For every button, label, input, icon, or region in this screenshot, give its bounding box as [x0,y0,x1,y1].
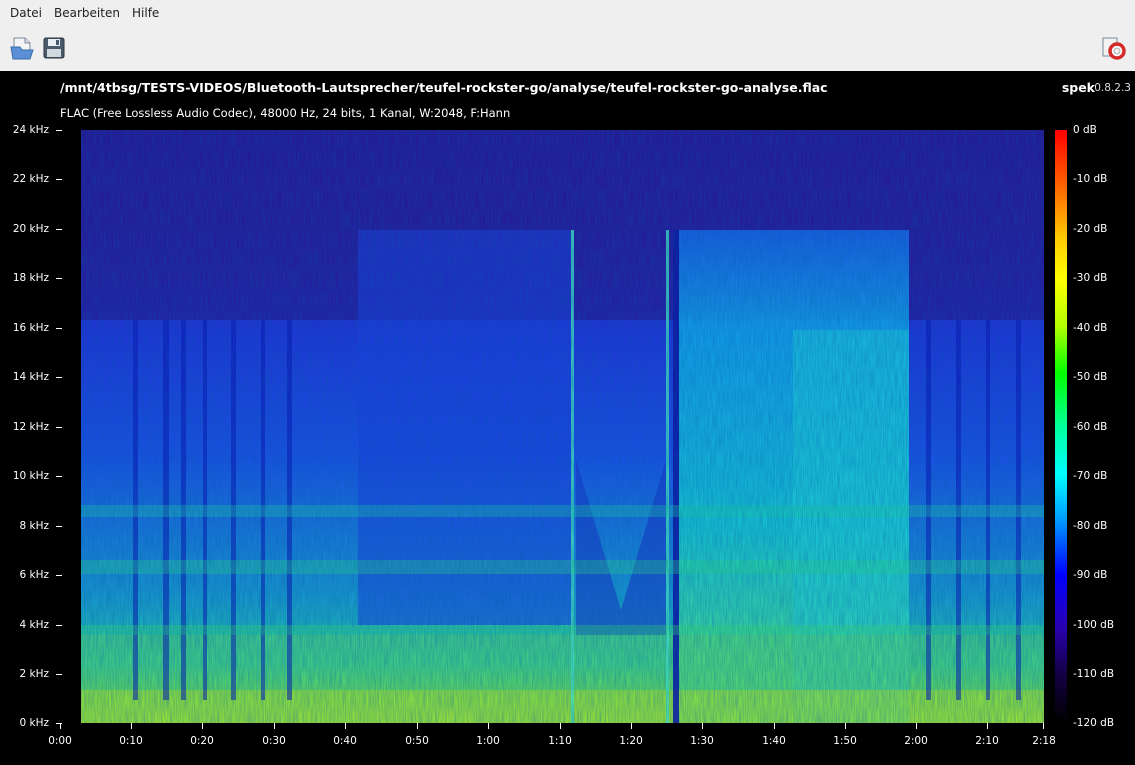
x-tick [774,723,775,729]
db-label: -20 dB [1073,223,1108,235]
time-label: 1:10 [548,735,572,747]
file-path: /mnt/4tbsg/TESTS-VIDEOS/Bluetooth-Lautsp… [60,80,828,95]
time-label: 1:30 [690,735,714,747]
spectrogram-view: /mnt/4tbsg/TESTS-VIDEOS/Bluetooth-Lautsp… [0,71,1135,765]
help-lifebuoy-icon[interactable] [1101,35,1127,61]
menu-bar: Datei Bearbeiten Hilfe [0,0,1135,27]
time-label: 1:50 [833,735,857,747]
menu-bearbeiten[interactable]: Bearbeiten [54,6,120,20]
db-label: -100 dB [1073,619,1115,631]
time-label: 0:00 [48,735,72,747]
y-tick [56,328,62,329]
time-label: 0:10 [119,735,143,747]
time-label: 0:50 [405,735,429,747]
x-tick [202,723,203,729]
open-file-icon[interactable] [9,35,35,61]
freq-label: 2 kHz [19,668,49,680]
db-label: -110 dB [1073,668,1115,680]
spectrogram-image [81,130,1044,723]
time-label: 1:00 [476,735,500,747]
menu-datei[interactable]: Datei [10,6,42,20]
db-label: -90 dB [1073,569,1108,581]
x-tick [987,723,988,729]
freq-label: 0 kHz [19,717,49,729]
x-tick [1043,723,1044,729]
y-tick [56,427,62,428]
db-label: -80 dB [1073,520,1108,532]
db-label: -50 dB [1073,371,1108,383]
app-version: 0.8.2.3 [1094,82,1131,94]
x-tick [417,723,418,729]
app-name: spek [1061,80,1095,95]
x-tick [845,723,846,729]
freq-label: 20 kHz [12,223,49,235]
y-tick [56,377,62,378]
db-label: 0 dB [1073,124,1097,136]
freq-label: 22 kHz [12,173,49,185]
db-label: -70 dB [1073,470,1108,482]
y-tick [56,723,62,724]
db-label: -120 dB [1073,717,1115,729]
time-label: 0:30 [262,735,286,747]
x-tick [60,723,61,729]
freq-label: 12 kHz [12,421,49,433]
db-label: -10 dB [1073,173,1108,185]
time-label: 1:40 [762,735,786,747]
freq-label: 8 kHz [19,520,49,532]
x-tick [345,723,346,729]
freq-label: 14 kHz [12,371,49,383]
x-tick [488,723,489,729]
time-label: 1:20 [619,735,643,747]
y-tick [56,229,62,230]
x-tick [131,723,132,729]
toolbar [0,27,1135,72]
stream-info: FLAC (Free Lossless Audio Codec), 48000 … [60,106,511,120]
save-icon[interactable] [41,35,67,61]
y-tick [56,278,62,279]
y-tick [56,476,62,477]
x-tick [631,723,632,729]
y-tick [56,526,62,527]
db-label: -30 dB [1073,272,1108,284]
db-label: -40 dB [1073,322,1108,334]
y-tick [56,575,62,576]
x-tick [702,723,703,729]
freq-label: 18 kHz [12,272,49,284]
menu-hilfe[interactable]: Hilfe [132,6,159,20]
y-tick [56,130,62,131]
y-tick [56,179,62,180]
y-tick [56,674,62,675]
db-color-scale [1055,130,1067,723]
freq-label: 24 kHz [12,124,49,136]
time-label: 0:20 [190,735,214,747]
y-tick [56,625,62,626]
freq-label: 4 kHz [19,619,49,631]
time-label: 0:40 [333,735,357,747]
x-tick [274,723,275,729]
x-tick [560,723,561,729]
time-label: 2:10 [975,735,999,747]
freq-label: 10 kHz [12,470,49,482]
freq-label: 6 kHz [19,569,49,581]
x-tick [916,723,917,729]
time-label: 2:00 [904,735,928,747]
time-label: 2:18 [1032,735,1056,747]
db-label: -60 dB [1073,421,1108,433]
freq-label: 16 kHz [12,322,49,334]
